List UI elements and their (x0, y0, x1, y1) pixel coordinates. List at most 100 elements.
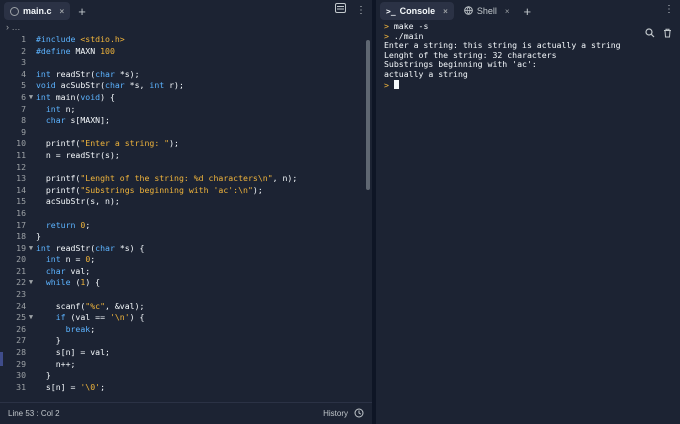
code-line[interactable]: 5 void acSubStr(char *s, int r); (0, 80, 372, 92)
code-line[interactable]: 11 n = readStr(s); (0, 150, 372, 162)
shell-icon (464, 5, 473, 17)
code-text: s[n] = '\0'; (36, 381, 106, 392)
line-number: 1 (21, 34, 26, 44)
terminal-icon: >_ (386, 6, 396, 16)
code-text: n++; (36, 358, 76, 369)
code-text: if (val == '\n') { (55, 312, 145, 323)
console-output[interactable]: > make -s > ./main Enter a string: this st… (376, 21, 680, 424)
code-line[interactable]: 10 printf("Enter a string: "); (0, 138, 372, 150)
history-icon[interactable] (354, 408, 364, 420)
code-line[interactable]: 15 acSubStr(s, n); (0, 196, 372, 208)
line-number: 17 (16, 219, 26, 230)
code-line[interactable]: 13 printf("Lenght of the string: %d char… (0, 173, 372, 185)
breadcrumb[interactable]: › … (0, 22, 372, 34)
fold-gutter (26, 301, 36, 313)
code-line[interactable]: 31 s[n] = '\0'; (0, 382, 372, 394)
fold-gutter (26, 150, 36, 162)
console-text: Enter a string: this string is actually … (384, 40, 621, 51)
code-line[interactable]: 19 ▼ int readStr(char *s) { (0, 243, 372, 255)
line-number: 10 (16, 138, 26, 149)
more-menu-icon[interactable]: ⋮ (664, 3, 674, 17)
code-editor[interactable]: 1 #include <stdio.h> 2 #define MAXN 100 3 4 in… (0, 34, 372, 402)
line-number: 8 (21, 115, 26, 126)
fold-gutter (26, 347, 36, 359)
fold-gutter (26, 254, 36, 266)
code-line[interactable]: 29 n++; (0, 359, 372, 371)
fold-gutter (26, 46, 36, 58)
line-number: 26 (16, 323, 26, 334)
code-text: break; (65, 323, 96, 334)
code-line[interactable]: 4 int readStr(char *s); (0, 69, 372, 81)
code-line[interactable]: 14 printf("Substrings beginning with 'ac… (0, 185, 372, 197)
code-text: } (36, 231, 41, 242)
fold-gutter (26, 196, 36, 208)
tab-label: Console (399, 6, 436, 16)
more-menu-icon[interactable]: ⋮ (356, 4, 366, 18)
history-button[interactable]: History (323, 409, 348, 418)
fold-chevron-icon[interactable]: ▼ (26, 243, 36, 255)
code-line[interactable]: 6 ▼ int main(void) { (0, 92, 372, 104)
trash-icon[interactable] (663, 28, 672, 40)
layout-icon[interactable] (335, 3, 346, 18)
code-line[interactable]: 25 ▼ if (val == '\n') { (0, 312, 372, 324)
editor-tabbar: main.c × + ⋮ (0, 0, 372, 22)
code-line[interactable]: 22 ▼ while (1) { (0, 277, 372, 289)
code-line[interactable]: 9 (0, 127, 372, 139)
line-number: 21 (16, 265, 26, 276)
tab-shell[interactable]: Shell × (458, 2, 516, 20)
code-line[interactable]: 2 #define MAXN 100 (0, 46, 372, 58)
active-indicator (0, 352, 3, 366)
code-text: } (36, 370, 51, 381)
line-number: 7 (21, 103, 26, 114)
fold-chevron-icon[interactable]: ▼ (26, 312, 36, 324)
search-icon[interactable] (645, 28, 655, 40)
editor-scrollbar[interactable] (366, 40, 370, 190)
fold-gutter (26, 231, 36, 243)
code-line[interactable]: 8 char s[MAXN]; (0, 115, 372, 127)
tab-console[interactable]: >_ Console × (380, 2, 454, 20)
code-line[interactable]: 28 s[n] = val; (0, 347, 372, 359)
console-input-line[interactable]: > (384, 79, 672, 90)
new-tab-button[interactable]: + (78, 5, 86, 18)
line-number: 23 (16, 289, 26, 300)
close-icon[interactable]: × (60, 7, 65, 16)
fold-gutter (26, 80, 36, 92)
code-line[interactable]: 7 int n; (0, 104, 372, 116)
console-tabbar: >_ Console × Shell × + ⋮ (376, 0, 680, 22)
fold-gutter (26, 173, 36, 185)
tab-main-c[interactable]: main.c × (4, 2, 71, 20)
code-line[interactable]: 16 (0, 208, 372, 220)
fold-gutter (26, 57, 36, 69)
console-tools (645, 28, 672, 40)
code-line[interactable]: 23 (0, 289, 372, 301)
code-line[interactable]: 21 char val; (0, 266, 372, 278)
line-number: 31 (16, 381, 26, 392)
line-number: 27 (16, 335, 26, 346)
code-line[interactable]: 12 (0, 162, 372, 174)
code-line[interactable]: 1 #include <stdio.h> (0, 34, 372, 46)
code-line[interactable]: 18} (0, 231, 372, 243)
console-text: ./main (388, 30, 424, 41)
fold-chevron-icon[interactable]: ▼ (26, 277, 36, 289)
fold-chevron-icon[interactable]: ▼ (26, 92, 36, 104)
line-number: 30 (16, 370, 26, 381)
code-line[interactable]: 24 scanf("%c", &val); (0, 301, 372, 313)
line-number: 28 (16, 347, 26, 358)
line-number: 15 (16, 196, 26, 207)
code-line[interactable]: 20 int n = 0; (0, 254, 372, 266)
line-number: 3 (21, 57, 26, 68)
close-icon[interactable]: × (505, 7, 510, 16)
code-line[interactable]: 17 return 0; (0, 220, 372, 232)
code-line[interactable]: 26 break; (0, 324, 372, 336)
code-text: int readStr(char *s); (36, 68, 140, 79)
new-tab-button[interactable]: + (524, 5, 532, 18)
fold-gutter (26, 104, 36, 116)
code-line[interactable]: 30 } (0, 370, 372, 382)
code-line[interactable]: 3 (0, 57, 372, 69)
code-line[interactable]: 27 } (0, 335, 372, 347)
line-number: 20 (16, 254, 26, 265)
code-text: n = readStr(s); (36, 149, 120, 160)
prompt-chevron-icon: > (384, 79, 394, 90)
editor-pane: main.c × + ⋮ › … 1 #include <stdio.h> 2 #de… (0, 0, 372, 424)
close-icon[interactable]: × (443, 7, 448, 16)
